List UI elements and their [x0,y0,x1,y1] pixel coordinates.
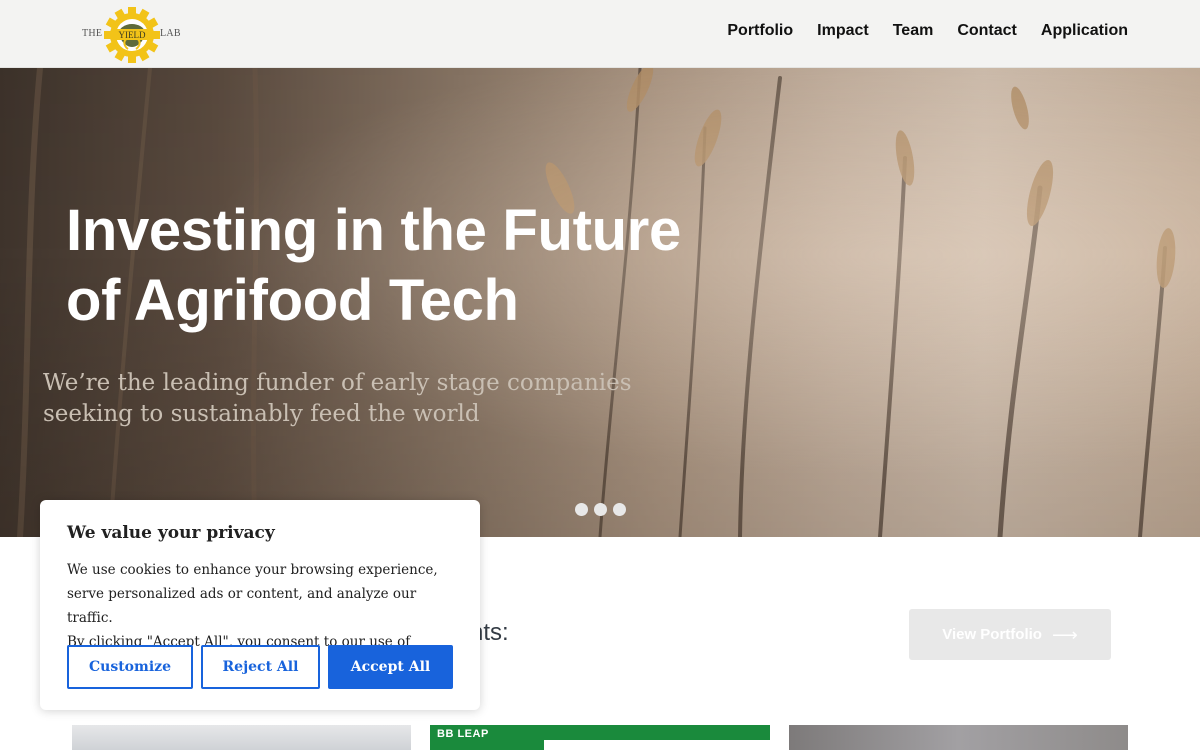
cookie-body-line1: We use cookies to enhance your browsing … [67,562,438,578]
cookie-body-line2: serve personalized ads or content, and a… [67,586,417,626]
nav-item-application[interactable]: Application [1041,22,1128,40]
nav-item-team[interactable]: Team [893,22,934,40]
logo-word-yield: YIELD [119,30,146,40]
portfolio-card-2[interactable]: BB LEAP [430,725,770,750]
gear-logo-icon: YIELD [104,7,160,63]
accept-all-button[interactable]: Accept All [328,645,453,689]
cookie-buttons: Customize Reject All Accept All [67,645,453,689]
nav-item-impact[interactable]: Impact [817,22,869,40]
card-brand-text: BB LEAP [437,728,489,740]
hero-title-line1: Investing in the Future [66,198,682,263]
logo-word-lab: LAB [160,28,181,39]
slider-dot-3[interactable] [613,503,626,516]
nav-item-contact[interactable]: Contact [957,22,1017,40]
cookie-consent-banner: We value your privacy We use cookies to … [40,500,480,710]
arrow-right-icon: ⟶ [1051,624,1078,645]
site-header: THE YIELD LAB Portfolio Impact Team Cont… [0,0,1200,68]
customize-button[interactable]: Customize [67,645,193,689]
hero-subtitle-line1: We’re the leading funder of early stage … [43,370,632,396]
slider-dots [575,503,626,516]
hero-subtitle-line2: seeking to sustainably feed the world [43,401,480,427]
nav-item-portfolio[interactable]: Portfolio [727,22,793,40]
cookie-title: We value your privacy [67,523,275,543]
slider-dot-2[interactable] [594,503,607,516]
hero-subtitle: We’re the leading funder of early stage … [43,368,683,430]
view-portfolio-label: View Portfolio [942,626,1042,643]
portfolio-card-3[interactable] [789,725,1128,750]
logo-word-the: THE [82,28,103,39]
hero-title-line2: of Agrifood Tech [66,268,519,333]
reject-all-button[interactable]: Reject All [201,645,320,689]
hero-title: Investing in the Future of Agrifood Tech [66,196,706,336]
hero-slider: Investing in the Future of Agrifood Tech… [0,68,1200,537]
view-portfolio-button[interactable]: View Portfolio ⟶ [909,609,1111,660]
yield-lab-logo[interactable]: THE YIELD LAB [80,6,184,64]
slider-dot-1[interactable] [575,503,588,516]
main-nav: Portfolio Impact Team Contact Applicatio… [727,22,1128,40]
portfolio-card-1[interactable] [72,725,411,750]
